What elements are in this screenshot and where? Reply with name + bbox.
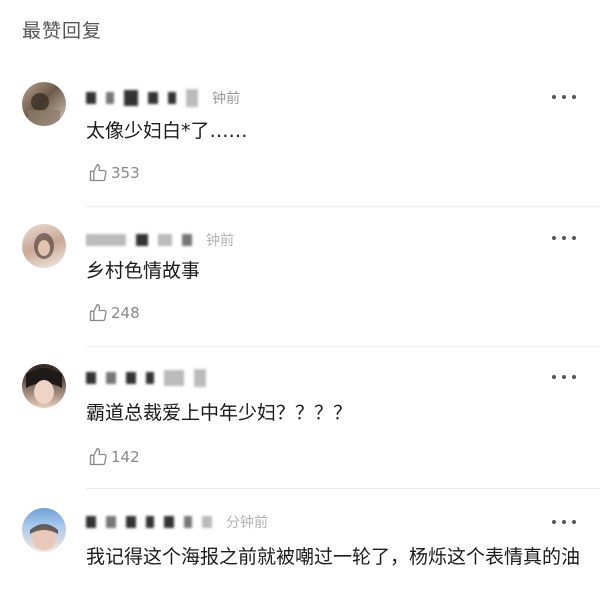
like-button[interactable]: 142 (88, 446, 140, 468)
username-redacted[interactable]: 分钟前 (86, 512, 268, 532)
avatar[interactable] (22, 224, 66, 268)
like-count: 142 (111, 448, 140, 466)
more-options-icon[interactable] (552, 94, 576, 100)
like-count: 353 (111, 164, 140, 182)
thumb-up-icon (89, 164, 107, 182)
comment-time: 分钟前 (226, 515, 268, 531)
username-redacted[interactable]: 钟前 (86, 230, 234, 250)
comment-time: 钟前 (212, 91, 240, 107)
comment-text: 霸道总裁爱上中年少妇？？？？ (86, 402, 353, 424)
username-redacted[interactable] (86, 368, 216, 388)
like-button[interactable]: 248 (88, 302, 140, 324)
comment-text: 乡村色情故事 (86, 260, 201, 282)
comment-item: 霸道总裁爱上中年少妇？？？？ 142 (0, 358, 600, 489)
avatar[interactable] (22, 364, 66, 408)
comment-item: 分钟前 我记得这个海报之前就被嘲过一轮了，杨烁这个表情真的油 (0, 500, 600, 610)
comment-text: 太像少妇白*了…… (86, 120, 248, 142)
more-options-icon[interactable] (552, 519, 576, 525)
section-title: 最赞回复 (22, 20, 103, 42)
comment-item: 钟前 太像少妇白*了…… 353 (0, 78, 600, 207)
divider (86, 346, 600, 347)
more-options-icon[interactable] (552, 374, 576, 380)
divider (86, 488, 600, 489)
more-options-icon[interactable] (552, 235, 576, 241)
divider (86, 206, 600, 207)
comment-text: 我记得这个海报之前就被嘲过一轮了，杨烁这个表情真的油 (86, 546, 581, 568)
comment-item: 钟前 乡村色情故事 248 (0, 218, 600, 347)
comment-time: 钟前 (206, 233, 234, 249)
like-button[interactable]: 353 (88, 162, 140, 184)
avatar[interactable] (22, 82, 66, 126)
thumb-up-icon (89, 304, 107, 322)
thumb-up-icon (89, 448, 107, 466)
username-redacted[interactable]: 钟前 (86, 88, 240, 108)
avatar[interactable] (22, 508, 66, 552)
like-count: 248 (111, 304, 140, 322)
